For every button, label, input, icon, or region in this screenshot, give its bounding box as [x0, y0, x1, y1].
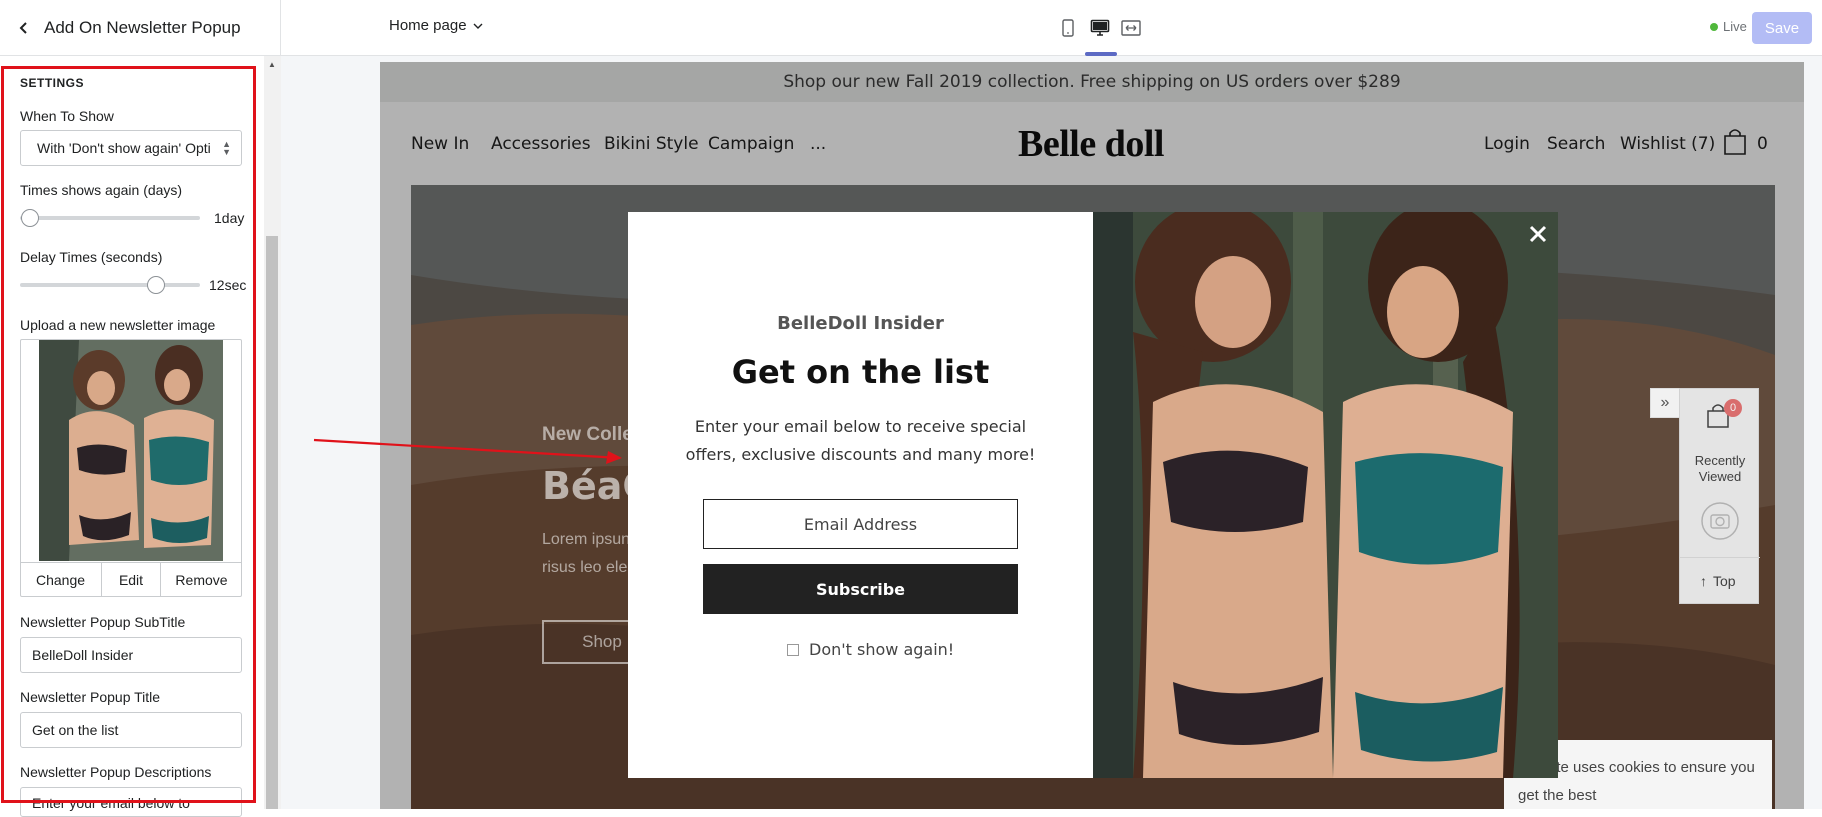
widget-overlay [1679, 388, 1759, 604]
dont-show-again-checkbox[interactable] [787, 643, 799, 656]
subscribe-button[interactable]: Subscribe [703, 564, 1018, 614]
page-selector-label: Home page [389, 17, 467, 34]
mobile-view-button[interactable] [1055, 16, 1081, 40]
page-selector[interactable]: Home page [389, 17, 483, 34]
popup-subtitle: BelleDoll Insider [777, 313, 944, 334]
email-input[interactable]: Email Address [703, 499, 1018, 549]
live-dot-icon [1710, 22, 1718, 31]
sidebar-scrollbar-thumb[interactable] [266, 236, 278, 809]
annotation-arrow-icon [313, 438, 622, 464]
dont-show-again-label: Don't show again! [809, 640, 955, 659]
save-button[interactable]: Save [1752, 12, 1812, 44]
expand-horizontal-icon [1121, 20, 1141, 36]
desktop-icon [1090, 19, 1110, 36]
mobile-icon [1062, 19, 1074, 37]
back-button[interactable] [4, 0, 44, 56]
popup-close-button[interactable] [1523, 219, 1553, 249]
popup-description-line-1: Enter your email below to receive specia… [694, 417, 1027, 436]
recently-viewed-toggle[interactable]: » [1650, 388, 1680, 418]
desktop-view-button[interactable] [1087, 16, 1113, 40]
newsletter-popup [628, 212, 1093, 778]
chevron-left-icon [19, 22, 27, 34]
scroll-up-arrow-icon[interactable]: ▲ [266, 58, 278, 70]
hero-lorem-line-1: Lorem ipsun [542, 531, 631, 548]
close-icon [1529, 225, 1547, 243]
fullwidth-view-button[interactable] [1118, 16, 1144, 40]
hero-lorem-line-2: risus leo ele [542, 559, 628, 576]
sidebar-header: Add On Newsletter Popup [0, 0, 281, 56]
double-chevron-right-icon: » [1660, 394, 1670, 411]
chevron-down-icon [473, 23, 483, 29]
live-status: Live [1710, 19, 1747, 34]
dont-show-again-option[interactable]: Don't show again! [787, 640, 954, 659]
popup-photo [1093, 212, 1558, 778]
popup-description-line-2: offers, exclusive discounts and many mor… [685, 445, 1036, 464]
sidebar-title: Add On Newsletter Popup [44, 18, 241, 37]
annotation-highlight-box [1, 66, 256, 803]
popup-title: Get on the list [731, 353, 990, 391]
popup-image [1093, 212, 1558, 778]
live-label: Live [1723, 19, 1747, 34]
